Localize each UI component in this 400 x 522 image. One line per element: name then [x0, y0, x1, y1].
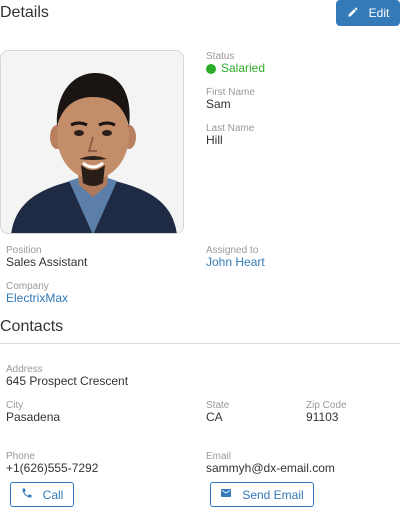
send-email-button[interactable]: Send Email — [210, 482, 314, 507]
phone-icon — [21, 487, 33, 502]
contacts-divider — [0, 343, 400, 344]
position-field: Position Sales Assistant — [6, 245, 87, 269]
pencil-icon — [347, 6, 359, 21]
phone-value: +1(626)555-7292 — [6, 461, 99, 475]
status-value: Salaried — [221, 61, 266, 75]
position-value: Sales Assistant — [6, 255, 88, 269]
email-value: sammyh@dx-email.com — [206, 461, 335, 475]
state-value: CA — [206, 410, 223, 424]
employee-photo — [0, 50, 184, 234]
edit-button-label: Edit — [368, 6, 390, 20]
company-link[interactable]: ElectrixMax — [6, 292, 68, 305]
last-name-field: Last Name Hill — [206, 123, 254, 147]
first-name-field: First Name Sam — [206, 87, 255, 111]
city-value: Pasadena — [6, 410, 61, 424]
status-dot-icon — [206, 63, 216, 74]
assigned-to-field: Assigned to John Heart — [206, 245, 265, 269]
envelope-icon — [220, 487, 232, 502]
assigned-to-link[interactable]: John Heart — [206, 256, 265, 269]
last-name-value: Hill — [206, 133, 223, 147]
call-button-label: Call — [42, 487, 64, 502]
first-name-value: Sam — [206, 97, 231, 111]
state-field: State CA — [206, 400, 229, 424]
address-value: 645 Prospect Crescent — [6, 374, 129, 388]
email-field: Email sammyh@dx-email.com — [206, 451, 335, 475]
city-field: City Pasadena — [6, 400, 60, 424]
phone-field: Phone +1(626)555-7292 — [6, 451, 98, 475]
send-email-button-label: Send Email — [242, 487, 304, 502]
status-field: Status Salaried — [206, 51, 265, 75]
contacts-title: Contacts — [0, 318, 64, 335]
company-field: Company ElectrixMax — [6, 281, 68, 305]
zip-code-value: 91103 — [306, 410, 339, 424]
call-button[interactable]: Call — [10, 482, 74, 507]
zip-code-field: Zip Code 91103 — [306, 400, 347, 424]
address-field: Address 645 Prospect Crescent — [6, 364, 128, 388]
edit-button[interactable]: Edit — [336, 0, 400, 26]
details-title: Details — [0, 4, 49, 21]
